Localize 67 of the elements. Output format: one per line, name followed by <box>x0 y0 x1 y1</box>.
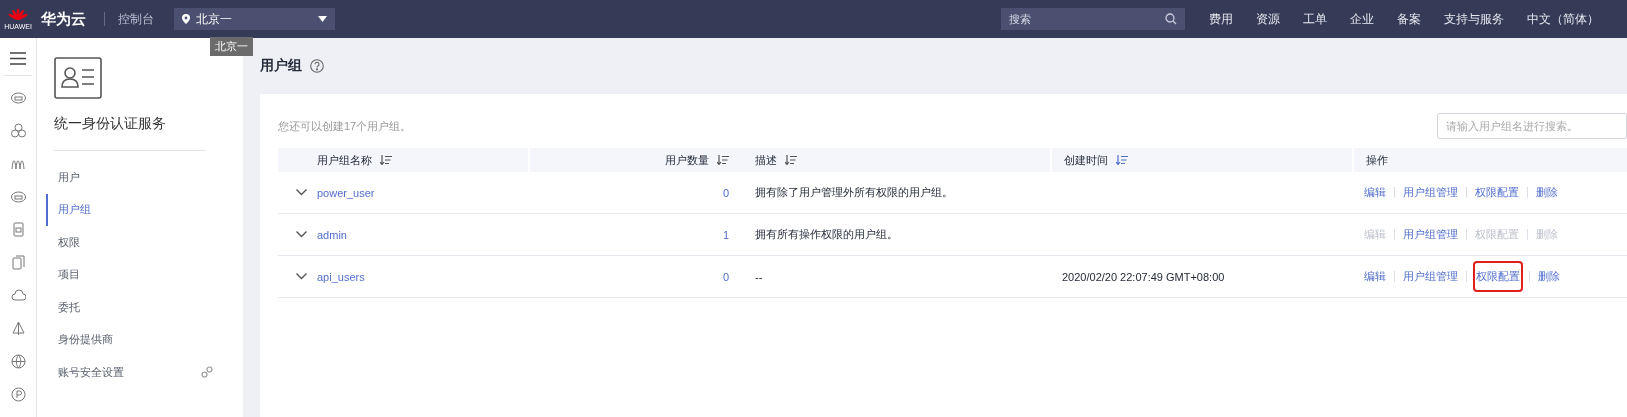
cloud-icon[interactable] <box>10 288 26 303</box>
sidebar-item[interactable]: 身份提供商 <box>46 323 243 356</box>
help-icon[interactable] <box>310 59 324 73</box>
action-link[interactable]: 编辑 <box>1364 183 1386 202</box>
sail-icon[interactable] <box>10 321 26 336</box>
chevron-down-icon[interactable] <box>296 189 307 196</box>
user-count-link[interactable]: 0 <box>722 270 729 283</box>
cloud-server-icon[interactable] <box>10 90 26 105</box>
group-name-link[interactable]: power_user <box>317 186 375 199</box>
action-link[interactable]: 用户组管理 <box>1403 183 1458 202</box>
action-link[interactable]: 权限配置 <box>1475 263 1521 290</box>
action-link[interactable]: 用户组管理 <box>1403 225 1458 244</box>
created-time-cell: 2020/02/20 22:07:49 GMT+08:00 <box>1062 270 1225 283</box>
tablet-icon[interactable] <box>10 222 26 237</box>
sort-icon[interactable] <box>1116 155 1128 165</box>
nav-link[interactable]: 费用 <box>1209 10 1233 28</box>
global-search-field[interactable]: 搜索 <box>1001 8 1185 30</box>
action-link[interactable]: 删除 <box>1538 267 1560 286</box>
brand-name[interactable]: 华为云 <box>41 9 86 29</box>
service-title: 统一身份认证服务 <box>54 115 167 133</box>
nav-link[interactable]: 工单 <box>1303 10 1327 28</box>
user-count-link[interactable]: 0 <box>722 186 729 199</box>
column-header: 用户数量 <box>665 152 709 168</box>
sidebar-item[interactable]: 用户 <box>46 161 243 194</box>
p-circle-icon[interactable] <box>10 387 26 402</box>
chevron-down-icon[interactable] <box>296 273 307 280</box>
nav-link[interactable]: 备案 <box>1397 10 1421 28</box>
group-name-link[interactable]: api_users <box>317 270 365 283</box>
sort-icon[interactable] <box>717 155 729 165</box>
sort-icon[interactable] <box>380 155 392 165</box>
globe-icon[interactable] <box>10 354 26 369</box>
sidebar-item[interactable]: 用户组 <box>46 193 243 226</box>
action-link[interactable]: 编辑 <box>1364 267 1386 286</box>
action-link[interactable]: 删除 <box>1536 183 1558 202</box>
description-cell: 拥有所有操作权限的用户组。 <box>755 227 898 242</box>
column-header: 创建时间 <box>1064 152 1108 168</box>
sort-icon[interactable] <box>785 155 797 165</box>
quota-hint: 您还可以创建17个用户组。 <box>278 118 412 134</box>
console-link[interactable]: 控制台 <box>118 10 154 28</box>
page-title: 用户组 <box>260 57 302 75</box>
id-card-icon <box>54 57 102 99</box>
group-name-link[interactable]: admin <box>317 228 347 241</box>
group-search-field[interactable]: 请输入用户组名进行搜索。 <box>1437 113 1627 139</box>
nav-link[interactable]: 支持与服务 <box>1444 10 1504 28</box>
cluster-icon[interactable] <box>10 123 26 138</box>
column-header: 用户组名称 <box>317 152 372 168</box>
search-icon <box>1165 13 1177 25</box>
nav-link[interactable]: 中文（简体） <box>1527 10 1599 28</box>
sidebar-item[interactable]: 账号安全设置 <box>46 356 243 389</box>
location-pin-icon <box>182 14 190 24</box>
chevron-down-icon[interactable] <box>296 231 307 238</box>
menu-icon[interactable] <box>10 52 26 65</box>
nav-link[interactable]: 企业 <box>1350 10 1374 28</box>
caret-icon <box>318 16 327 22</box>
action-link[interactable]: 用户组管理 <box>1403 267 1458 286</box>
sidebar-item[interactable]: 项目 <box>46 258 243 291</box>
column-header: 操作 <box>1366 152 1388 168</box>
description-cell: 拥有除了用户管理外所有权限的用户组。 <box>755 185 953 200</box>
user-count-link[interactable]: 1 <box>722 228 729 241</box>
region-tooltip: 北京一 <box>210 37 253 56</box>
description-cell: -- <box>755 270 763 283</box>
sidebar-item[interactable]: 权限 <box>46 226 243 259</box>
column-header: 描述 <box>755 152 777 168</box>
nav-link[interactable]: 资源 <box>1256 10 1280 28</box>
sidebar-item[interactable]: 委托 <box>46 291 243 324</box>
action-link[interactable]: 权限配置 <box>1475 183 1519 202</box>
disk-icon[interactable] <box>10 189 26 204</box>
